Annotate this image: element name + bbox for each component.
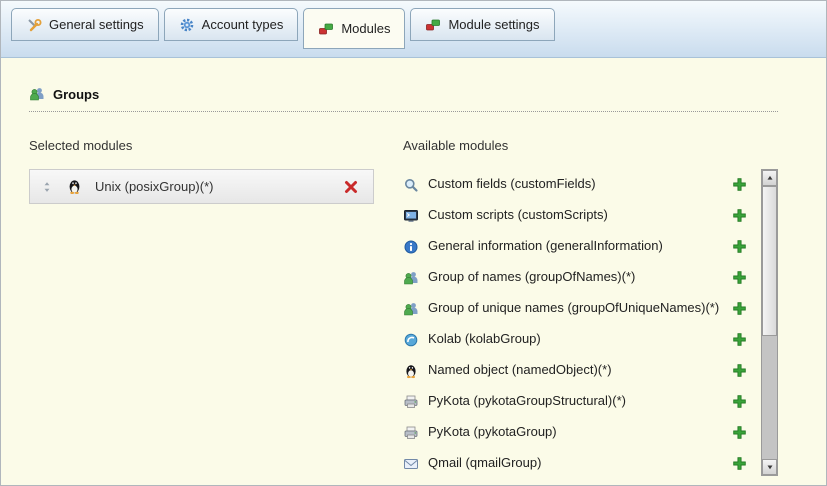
add-module-button[interactable] (732, 425, 747, 440)
list-item: Group of names (groupOfNames)(*) (403, 262, 755, 293)
modules-columns: Selected modules Unix (posixGroup)(*) Av… (29, 138, 778, 479)
modules-icon (318, 21, 334, 37)
wrench-icon (26, 17, 42, 33)
module-label: Custom scripts (customScripts) (428, 207, 608, 223)
module-label: Group of names (groupOfNames)(*) (428, 269, 635, 285)
module-label: Kolab (kolabGroup) (428, 331, 541, 347)
available-modules-column: Available modules Custom fields (customF… (403, 138, 778, 479)
available-modules-list: Custom fields (customFields) Custom scri… (403, 169, 755, 479)
scrollbar-thumb[interactable] (762, 186, 777, 336)
remove-module-button[interactable] (343, 179, 359, 195)
list-item: Custom scripts (customScripts) (403, 200, 755, 231)
selected-module-row[interactable]: Unix (posixGroup)(*) (29, 169, 374, 204)
list-item: PyKota (pykotaGroupStructural)(*) (403, 386, 755, 417)
tux-icon (403, 363, 419, 379)
selected-modules-column: Selected modules Unix (posixGroup)(*) (29, 138, 389, 479)
list-item: Kolab (kolabGroup) (403, 324, 755, 355)
group-icon (403, 270, 419, 286)
list-item: Named object (namedObject)(*) (403, 355, 755, 386)
tab-bar: General settings Account types Modules M… (1, 1, 826, 58)
module-label: Custom fields (customFields) (428, 176, 596, 192)
module-label: PyKota (pykotaGroupStructural)(*) (428, 393, 626, 409)
tab-modules[interactable]: Modules (303, 8, 405, 49)
scroll-up-button[interactable] (762, 170, 777, 186)
add-module-button[interactable] (732, 363, 747, 378)
add-module-button[interactable] (732, 301, 747, 316)
mail-icon (403, 456, 419, 472)
scrollbar[interactable] (761, 169, 778, 476)
add-module-button[interactable] (732, 456, 747, 471)
selected-modules-heading: Selected modules (29, 138, 389, 153)
lam-config-window: General settings Account types Modules M… (0, 0, 827, 486)
module-label: Qmail (qmailGroup) (428, 455, 541, 471)
module-label: Group of unique names (groupOfUniqueName… (428, 300, 719, 316)
tab-label: Account types (202, 17, 284, 32)
magnifier-icon (403, 177, 419, 193)
scroll-down-button[interactable] (762, 459, 777, 475)
arrow-down-icon (765, 462, 775, 472)
add-module-button[interactable] (732, 239, 747, 254)
group-icon (403, 301, 419, 317)
module-label: Named object (namedObject)(*) (428, 362, 612, 378)
arrow-up-icon (765, 173, 775, 183)
groups-icon (29, 86, 45, 102)
tab-label: Modules (341, 21, 390, 36)
kolab-icon (403, 332, 419, 348)
printer-icon (403, 425, 419, 441)
list-item: Custom fields (customFields) (403, 169, 755, 200)
scrollbar-track[interactable] (762, 186, 777, 459)
add-module-button[interactable] (732, 208, 747, 223)
available-modules-heading: Available modules (403, 138, 778, 153)
modules-content: Groups Selected modules Unix (posixGroup… (1, 58, 826, 479)
tab-label: Module settings (448, 17, 539, 32)
tux-icon (66, 178, 83, 195)
section-title: Groups (53, 87, 99, 102)
list-item: General information (generalInformation) (403, 231, 755, 262)
tab-general-settings[interactable]: General settings (11, 8, 159, 41)
info-icon (403, 239, 419, 255)
add-module-button[interactable] (732, 394, 747, 409)
add-module-button[interactable] (732, 270, 747, 285)
section-header: Groups (29, 86, 778, 112)
drag-handle-icon[interactable] (40, 180, 54, 194)
gear-icon (179, 17, 195, 33)
add-module-button[interactable] (732, 332, 747, 347)
terminal-icon (403, 208, 419, 224)
modules-icon (425, 17, 441, 33)
tab-label: General settings (49, 17, 144, 32)
selected-module-label: Unix (posixGroup)(*) (95, 179, 213, 194)
module-label: General information (generalInformation) (428, 238, 663, 254)
available-modules-list-wrap: Custom fields (customFields) Custom scri… (403, 169, 778, 479)
list-item: Group of unique names (groupOfUniqueName… (403, 293, 755, 324)
printer-icon (403, 394, 419, 410)
module-label: PyKota (pykotaGroup) (428, 424, 557, 440)
add-module-button[interactable] (732, 177, 747, 192)
tab-module-settings[interactable]: Module settings (410, 8, 554, 41)
list-item: Qmail (qmailGroup) (403, 448, 755, 479)
tab-account-types[interactable]: Account types (164, 8, 299, 41)
list-item: PyKota (pykotaGroup) (403, 417, 755, 448)
